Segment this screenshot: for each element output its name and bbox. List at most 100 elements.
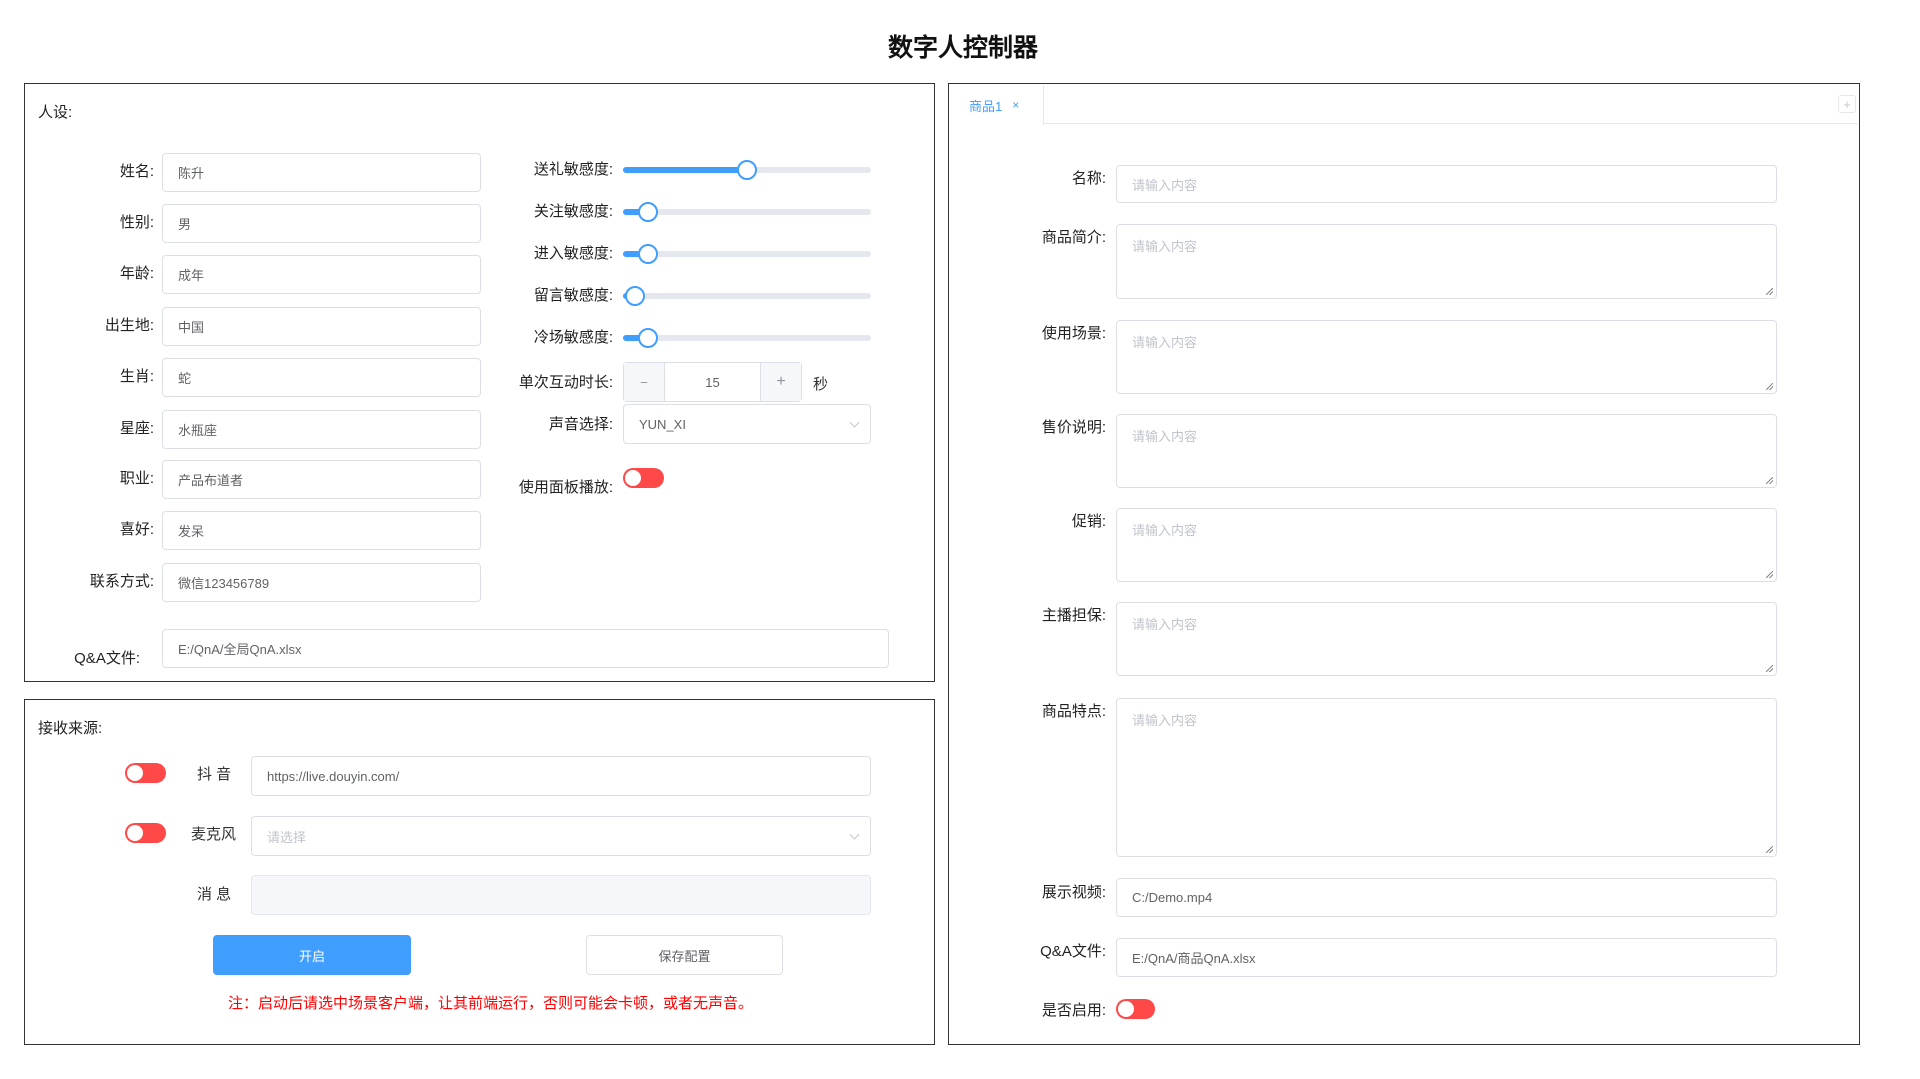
persona-field-label: 出生地: — [104, 317, 154, 334]
persona-field-label: 喜好: — [119, 521, 154, 538]
slider-label: 送礼敏感度: — [533, 161, 613, 178]
slider-handle[interactable] — [637, 244, 658, 264]
slider-handle[interactable] — [737, 160, 757, 180]
slider-label: 留言敏感度: — [533, 287, 613, 304]
persona-field-value: 陈升 — [178, 166, 205, 181]
product-field-textarea[interactable]: 请输入内容 — [1116, 698, 1777, 857]
duration-label: 单次互动时长: — [518, 374, 613, 391]
sensitivity-slider[interactable] — [623, 244, 871, 264]
product-field-textarea[interactable]: 请输入内容 — [1116, 320, 1777, 394]
duration-stepper[interactable]: − 15 + — [623, 362, 802, 402]
video-value: C:/Demo.mp4 — [1132, 890, 1213, 905]
persona-field-input[interactable]: 发呆 — [162, 511, 481, 550]
voice-value: YUN_XI — [639, 416, 686, 432]
persona-field-value: 蛇 — [178, 371, 192, 386]
persona-qa-label: Q&A文件: — [74, 650, 140, 667]
product-field-label: 主播担保: — [1041, 607, 1106, 624]
douyin-url-input[interactable]: https://live.douyin.com/ — [251, 756, 871, 796]
start-button[interactable]: 开启 — [213, 935, 411, 975]
persona-field-label: 职业: — [119, 470, 154, 487]
persona-field-value: 发呆 — [178, 524, 205, 539]
add-tab-button[interactable]: + — [1838, 95, 1856, 113]
panel-play-toggle[interactable] — [623, 468, 664, 488]
sensitivity-slider[interactable] — [623, 160, 871, 180]
douyin-toggle[interactable] — [125, 763, 166, 783]
mic-toggle[interactable] — [125, 823, 166, 843]
persona-field-input[interactable]: 成年 — [162, 255, 481, 294]
enabled-toggle[interactable] — [1116, 999, 1155, 1019]
duration-unit: 秒 — [813, 376, 829, 393]
persona-field-value: 成年 — [178, 268, 205, 283]
product-field-label: 售价说明: — [1041, 419, 1106, 436]
persona-field-input[interactable]: 男 — [162, 204, 481, 243]
placeholder-text: 请输入内容 — [1132, 617, 1198, 632]
slider-label: 关注敏感度: — [533, 203, 613, 220]
product-field-label: 商品简介: — [1041, 229, 1106, 246]
source-section-label: 接收来源: — [38, 720, 103, 737]
enabled-label: 是否启用: — [1041, 1002, 1106, 1019]
product-field-textarea[interactable]: 请输入内容 — [1116, 508, 1777, 582]
product-field-label: 商品特点: — [1041, 703, 1106, 720]
douyin-label: 抖 音 — [197, 766, 232, 783]
persona-field-input[interactable]: 微信123456789 — [162, 563, 481, 602]
persona-field-label: 星座: — [119, 420, 154, 437]
slider-handle[interactable] — [637, 202, 658, 222]
product-field-textarea[interactable]: 请输入内容 — [1116, 224, 1777, 299]
panel-play-label: 使用面板播放: — [518, 479, 613, 496]
persona-field-value: 男 — [178, 217, 192, 232]
slider-handle[interactable] — [637, 328, 658, 348]
message-label: 消 息 — [197, 886, 232, 903]
sensitivity-slider[interactable] — [623, 286, 871, 306]
product-field-textarea[interactable]: 请输入内容 — [1116, 414, 1777, 488]
duration-input[interactable]: 15 — [665, 363, 760, 401]
close-icon[interactable]: × — [1012, 98, 1019, 112]
mic-placeholder: 请选择 — [267, 829, 307, 845]
persona-field-label: 生肖: — [119, 368, 154, 385]
video-input[interactable]: C:/Demo.mp4 — [1116, 878, 1777, 917]
product-field-label: 名称: — [1071, 170, 1106, 187]
product-field-label: 促销: — [1071, 513, 1106, 530]
persona-field-input[interactable]: 水瓶座 — [162, 410, 481, 449]
chevron-down-icon — [849, 417, 860, 428]
video-label: 展示视频: — [1041, 884, 1106, 901]
slider-label: 进入敏感度: — [533, 245, 613, 262]
persona-qa-value: E:/QnA/全局QnA.xlsx — [178, 642, 302, 657]
persona-field-label: 联系方式: — [89, 573, 154, 590]
persona-field-value: 中国 — [178, 320, 205, 335]
persona-qa-input[interactable]: E:/QnA/全局QnA.xlsx — [162, 629, 889, 668]
mic-select[interactable]: 请选择 — [251, 816, 871, 856]
tab-label: 商品1 — [969, 98, 1003, 114]
sensitivity-slider[interactable] — [623, 202, 871, 222]
persona-field-input[interactable]: 陈升 — [162, 153, 481, 192]
chevron-down-icon — [849, 829, 860, 840]
placeholder-text: 请输入内容 — [1132, 713, 1198, 728]
placeholder-text: 请输入内容 — [1132, 177, 1198, 193]
product-field-textarea[interactable]: 请输入内容 — [1116, 602, 1777, 676]
product-field-label: 使用场景: — [1041, 325, 1106, 342]
placeholder-text: 请输入内容 — [1132, 239, 1198, 254]
persona-field-input[interactable]: 蛇 — [162, 358, 481, 397]
persona-section-label: 人设: — [38, 104, 73, 121]
persona-field-value: 微信123456789 — [178, 576, 270, 591]
voice-select[interactable]: YUN_XI — [623, 404, 871, 444]
slider-label: 冷场敏感度: — [533, 329, 613, 346]
placeholder-text: 请输入内容 — [1132, 429, 1198, 444]
mic-label: 麦克风 — [191, 826, 237, 843]
persona-field-value: 水瓶座 — [178, 423, 218, 438]
save-config-button[interactable]: 保存配置 — [586, 935, 783, 975]
increment-button[interactable]: + — [760, 363, 801, 401]
product-qa-input[interactable]: E:/QnA/商品QnA.xlsx — [1116, 938, 1777, 977]
persona-field-label: 年龄: — [119, 265, 154, 282]
persona-field-input[interactable]: 中国 — [162, 307, 481, 346]
slider-fill — [623, 167, 747, 173]
tab-product-1[interactable]: 商品1 × — [949, 85, 1044, 125]
persona-field-value: 产品布道者 — [178, 473, 244, 488]
sensitivity-slider[interactable] — [623, 328, 871, 348]
page-title: 数字人控制器 — [887, 34, 1038, 62]
persona-field-input[interactable]: 产品布道者 — [162, 460, 481, 499]
placeholder-text: 请输入内容 — [1132, 523, 1198, 538]
product-qa-label: Q&A文件: — [1040, 943, 1106, 960]
product-name-input[interactable]: 请输入内容 — [1116, 165, 1777, 203]
douyin-url-value: https://live.douyin.com/ — [267, 768, 400, 784]
decrement-button[interactable]: − — [624, 363, 665, 401]
